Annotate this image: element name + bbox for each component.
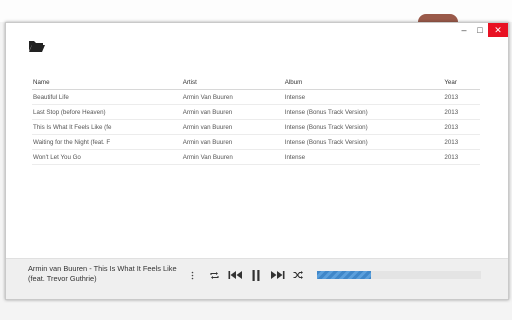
cell-album: Intense (Bonus Track Version): [283, 119, 444, 135]
cell-artist: Armin van Buuren: [181, 134, 284, 150]
column-header-album[interactable]: Album: [283, 75, 444, 90]
table-row[interactable]: This Is What It Feels Like (fe Armin van…: [32, 119, 480, 135]
window-controls: – □ ✕: [456, 23, 508, 37]
cell-year: 2013: [443, 134, 480, 150]
cell-year: 2013: [443, 104, 480, 120]
previous-button[interactable]: [226, 269, 244, 281]
open-folder-button[interactable]: [28, 39, 50, 57]
app-window: – □ ✕ Name Artist Album Year Beautiful L…: [5, 22, 509, 300]
cell-album: Intense: [283, 89, 444, 105]
cell-year: 2013: [443, 89, 480, 105]
minimize-button[interactable]: –: [456, 23, 472, 37]
table-row[interactable]: Won't Let You Go Armin Van Buuren Intens…: [32, 149, 480, 165]
pause-button[interactable]: [249, 269, 263, 281]
next-button[interactable]: [268, 269, 286, 281]
table-row[interactable]: Waiting for the Night (feat. F Armin van…: [32, 134, 480, 150]
skip-previous-icon: [228, 271, 242, 279]
cell-name: Beautiful Life: [32, 89, 182, 105]
cell-name: Won't Let You Go: [32, 149, 182, 165]
column-header-name[interactable]: Name: [32, 75, 182, 90]
maximize-button[interactable]: □: [472, 23, 488, 37]
repeat-icon: [209, 271, 219, 279]
cell-name: This Is What It Feels Like (fe: [32, 119, 182, 135]
cell-artist: Armin van Buuren: [181, 119, 284, 135]
folder-open-icon: [29, 41, 45, 52]
progress-fill: [317, 271, 372, 279]
cell-name: Last Stop (before Heaven): [32, 104, 182, 120]
more-options-button[interactable]: [188, 269, 196, 281]
cell-album: Intense: [283, 149, 444, 165]
progress-bar[interactable]: [317, 271, 481, 279]
track-table: Name Artist Album Year Beautiful Life Ar…: [32, 75, 480, 165]
column-header-artist[interactable]: Artist: [181, 75, 284, 90]
cell-album: Intense (Bonus Track Version): [283, 104, 444, 120]
cell-year: 2013: [443, 149, 480, 165]
player-bar: Armin van Buuren - This Is What It Feels…: [6, 258, 508, 299]
shuffle-icon: [293, 271, 303, 279]
skip-next-icon: [270, 271, 284, 279]
now-playing-title: Armin van Buuren - This Is What It Feels…: [28, 264, 177, 283]
pause-icon: [252, 269, 260, 281]
table-header-row: Name Artist Album Year: [32, 75, 480, 90]
more-vertical-icon: [191, 271, 193, 279]
table-row[interactable]: Last Stop (before Heaven) Armin van Buur…: [32, 104, 480, 120]
cell-artist: Armin Van Buuren: [181, 149, 284, 165]
cell-artist: Armin van Buuren: [181, 104, 284, 120]
shuffle-button[interactable]: [291, 269, 305, 281]
close-button[interactable]: ✕: [488, 23, 508, 37]
repeat-button[interactable]: [207, 269, 221, 281]
cell-artist: Armin Van Buuren: [181, 89, 284, 105]
table-row[interactable]: Beautiful Life Armin Van Buuren Intense …: [32, 89, 480, 105]
cell-year: 2013: [443, 119, 480, 135]
column-header-year[interactable]: Year: [443, 75, 480, 90]
cell-name: Waiting for the Night (feat. F: [32, 134, 182, 150]
cell-album: Intense (Bonus Track Version): [283, 134, 444, 150]
